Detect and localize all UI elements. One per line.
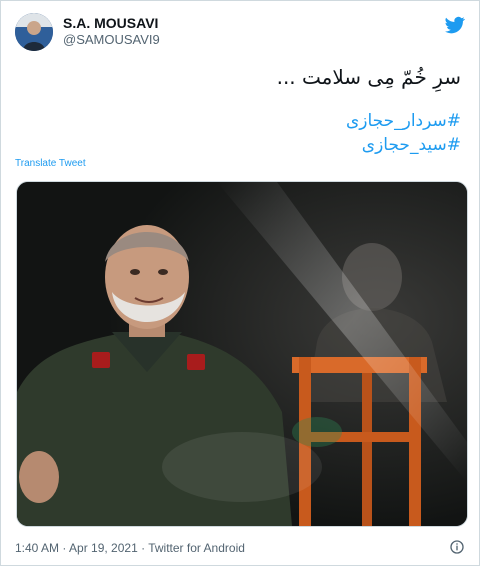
tweet-text: سرِ خُمّ مِی سلامت ... bbox=[276, 65, 461, 89]
display-name[interactable]: S.A. MOUSAVI bbox=[63, 15, 158, 31]
twitter-bird-icon[interactable] bbox=[445, 15, 465, 35]
hashtag-sardar-hejazi[interactable]: #سردار_حجازی bbox=[21, 109, 461, 133]
photo-image bbox=[17, 182, 467, 526]
hashtag-seyed-hejazi[interactable]: #سید_حجازی bbox=[21, 133, 461, 157]
tweet-card: S.A. MOUSAVI @SAMOUSAVI9 سرِ خُمّ مِی سل… bbox=[0, 0, 480, 566]
user-handle[interactable]: @SAMOUSAVI9 bbox=[63, 32, 160, 47]
avatar-image bbox=[15, 13, 53, 51]
translate-tweet-link[interactable]: Translate Tweet bbox=[15, 158, 86, 169]
info-icon[interactable] bbox=[449, 539, 465, 555]
user-avatar[interactable] bbox=[15, 13, 53, 51]
hashtag-list: #سردار_حجازی #سید_حجازی bbox=[21, 109, 461, 157]
tweet-photo[interactable] bbox=[16, 181, 468, 527]
tweet-timestamp[interactable]: 1:40 AM · Apr 19, 2021 · Twitter for And… bbox=[15, 541, 245, 555]
